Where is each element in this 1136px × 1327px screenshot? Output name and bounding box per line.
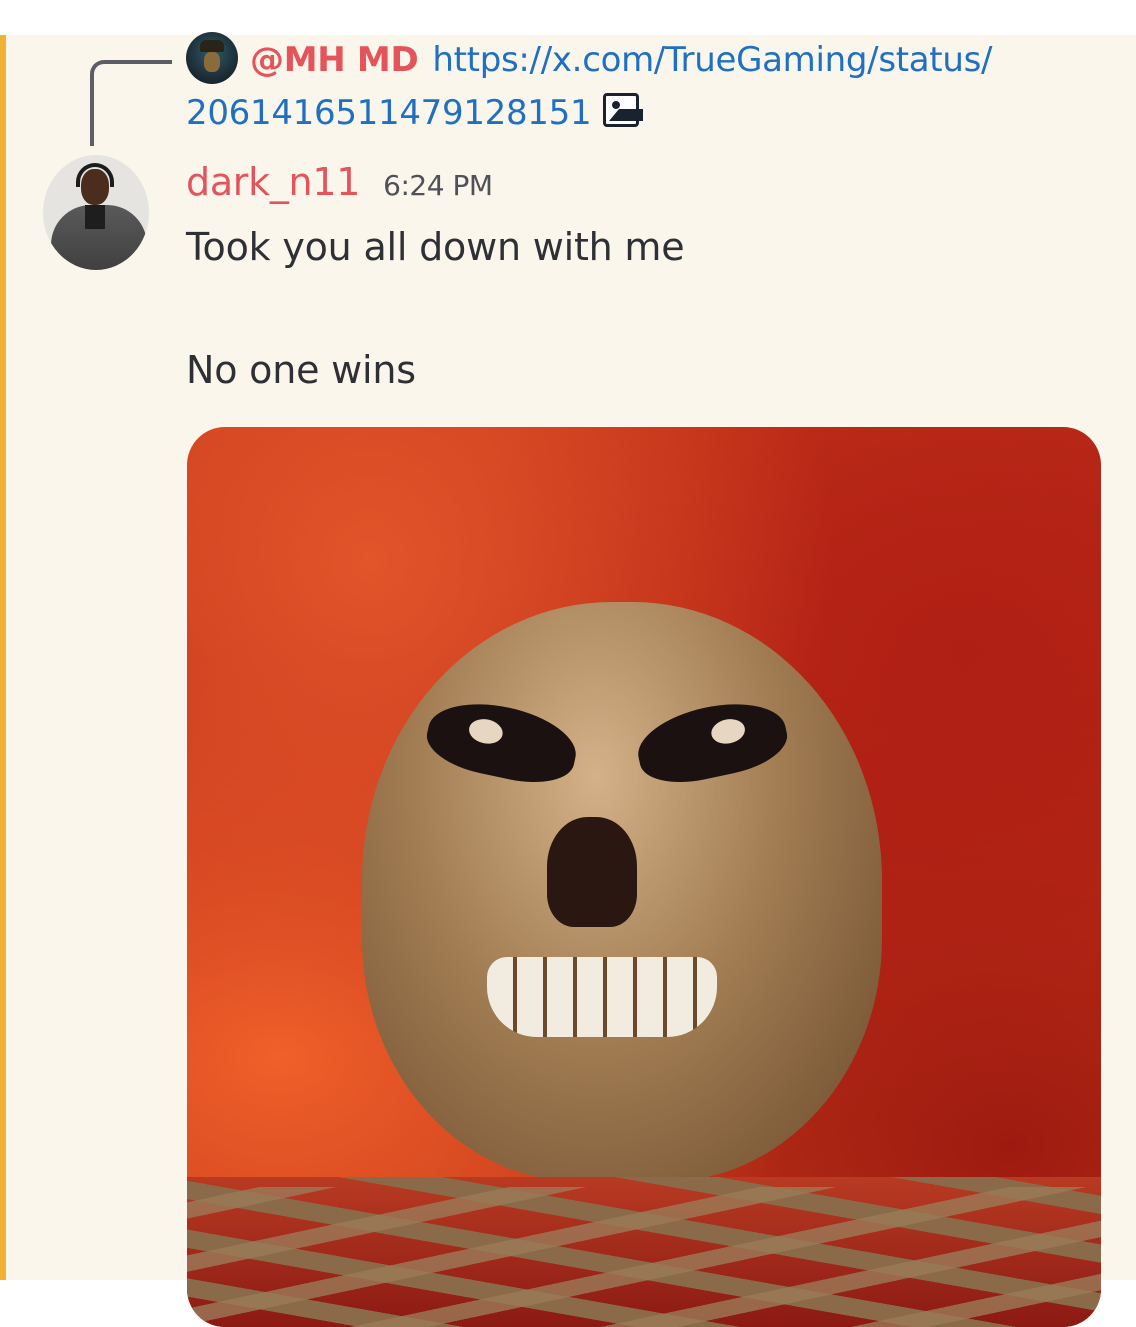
reply-connector (90, 60, 172, 146)
image-attachment[interactable] (187, 427, 1101, 1327)
message-text-line-1: Took you all down with me (186, 225, 685, 269)
message-container: @MH MD https://x.com/TrueGaming/status/ 2… (0, 31, 1136, 1327)
mention-highlight-bar (0, 35, 6, 1280)
reply-author-avatar[interactable] (186, 31, 238, 84)
headphone-icon (76, 163, 114, 187)
message-timestamp[interactable]: 6:24 PM (383, 169, 493, 202)
image-icon (603, 93, 644, 127)
reply-preview[interactable]: @MH MD https://x.com/TrueGaming/status/ 2… (186, 31, 1066, 138)
message-text-line-2: No one wins (186, 348, 416, 392)
author-avatar[interactable] (43, 155, 149, 270)
message-header: dark_n11 6:24 PM (186, 160, 493, 210)
reply-link-part2[interactable]: 2061416511479128151 (186, 93, 592, 133)
author-username[interactable]: dark_n11 (186, 160, 360, 204)
reply-link-part1[interactable]: https://x.com/TrueGaming/status/ (432, 40, 992, 80)
reply-author-name[interactable]: @MH MD (250, 40, 419, 80)
top-bar (0, 0, 1136, 35)
